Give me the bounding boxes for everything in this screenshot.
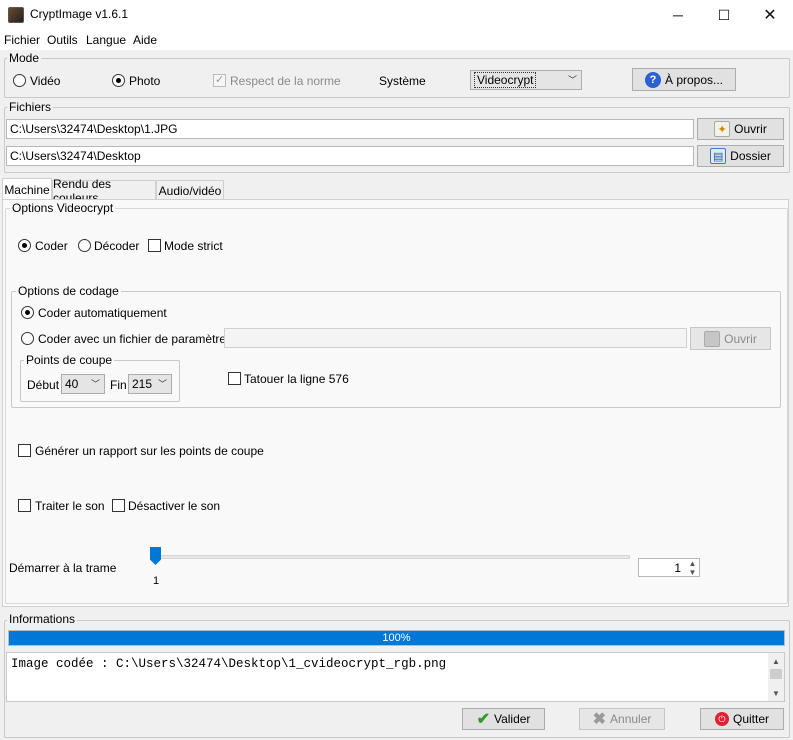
log-area[interactable]: Image codée : C:\Users\32474\Desktop\1_c… [6,652,785,702]
videocrypt-options-label: Options Videocrypt [10,201,116,215]
frame-slider-track[interactable] [150,555,630,559]
photo-label: Photo [129,74,161,88]
tab-audio-video[interactable]: Audio/vidéo [156,180,224,200]
system-label: Système [379,74,426,88]
respect-norm-checkbox[interactable] [213,73,226,87]
decoder-label: Décoder [94,239,140,253]
files-group-label: Fichiers [7,100,54,114]
about-button[interactable]: ? À propos... [632,68,736,91]
process-sound-label: Traiter le son [35,499,105,513]
open-file-button-label: Ouvrir [734,122,767,136]
menu-outils[interactable]: Outils [47,33,78,47]
video-radio[interactable] [13,74,26,87]
input-path-field[interactable]: C:\Users\32474\Desktop\1.JPG [6,119,694,139]
open-file-button[interactable]: ✦ Ouvrir [697,118,784,140]
decoder-radio[interactable] [78,239,91,252]
close-button[interactable]: ✕ [747,0,793,30]
cut-points-label: Points de coupe [24,353,115,367]
menu-fichier[interactable]: Fichier [4,33,40,47]
check-icon: ✔ [476,711,490,728]
open-file-icon [704,330,721,347]
auto-code-label: Coder automatiquement [38,306,167,320]
maximize-button[interactable]: ☐ [701,0,747,30]
quit-button[interactable]: ⏻ Quitter [700,708,784,730]
chevron-down-icon: ﹀ [157,379,167,389]
folder-button[interactable]: ▤ Dossier [697,145,784,167]
strict-mode-label: Mode strict [164,239,223,253]
help-icon: ? [644,71,661,88]
end-label: Fin [110,378,127,392]
validate-button[interactable]: ✔ Valider [462,708,545,730]
about-button-label: À propos... [664,72,724,87]
log-scrollbar[interactable]: ▲ ▼ [768,653,784,701]
system-select[interactable]: Videocrypt ﹀ [470,70,582,90]
tattoo-checkbox[interactable] [228,372,241,385]
coder-radio[interactable] [18,239,31,252]
scroll-down-icon[interactable]: ▼ [768,685,784,701]
param-file-radio[interactable] [21,332,34,345]
report-label: Générer un rapport sur les points de cou… [35,444,264,458]
respect-norm-label: Respect de la norme [230,74,341,88]
auto-code-radio[interactable] [21,306,34,319]
power-icon: ⏻ [714,712,729,726]
system-select-value: Videocrypt [474,72,537,88]
coding-options-label: Options de codage [16,284,121,298]
scroll-thumb[interactable] [770,669,782,679]
output-path-field[interactable]: C:\Users\32474\Desktop [6,146,694,166]
param-file-field[interactable] [224,328,687,348]
param-file-label: Coder avec un fichier de paramètres [38,332,233,346]
minimize-button[interactable]: ─ [655,0,701,30]
app-icon [8,7,24,23]
param-open-button[interactable]: Ouvrir [690,327,771,350]
cancel-x-icon: ✖ [592,711,607,728]
start-select-value: 40 [65,377,79,391]
chevron-down-icon: ﹀ [90,379,100,389]
spin-down-button[interactable]: ▼ [686,568,699,577]
chevron-down-icon: ﹀ [567,75,577,85]
folder-icon: ▤ [710,148,727,164]
disable-sound-checkbox[interactable] [112,499,125,512]
open-file-icon: ✦ [714,121,731,137]
progress-text: 100% [382,632,411,644]
window-title: CryptImage v1.6.1 [30,7,129,21]
disable-sound-label: Désactiver le son [128,499,221,513]
tab-rendu-couleurs[interactable]: Rendu des couleurs [52,177,156,205]
tab-machine[interactable]: Machine [2,178,52,200]
scroll-up-icon[interactable]: ▲ [768,653,784,669]
menu-aide[interactable]: Aide [133,33,157,47]
tattoo-label: Tatouer la ligne 576 [244,372,349,386]
param-open-button-label: Ouvrir [724,331,757,346]
photo-radio[interactable] [112,74,125,87]
frame-slider-tick-label: 1 [153,575,160,587]
cancel-button[interactable]: ✖ Annuler [579,708,665,730]
report-checkbox[interactable] [18,444,31,457]
quit-button-label: Quitter [732,712,769,726]
mode-group-label: Mode [7,51,42,65]
spin-up-button[interactable]: ▲ [686,559,699,568]
cancel-button-label: Annuler [610,712,652,726]
end-select[interactable]: 215 ﹀ [128,374,172,394]
end-select-value: 215 [132,377,153,391]
start-label: Début [27,378,60,392]
menu-langue[interactable]: Langue [86,33,126,47]
log-text: Image codée : C:\Users\32474\Desktop\1_c… [11,657,447,671]
info-group-label: Informations [7,612,78,626]
start-frame-label: Démarrer à la trame [9,561,117,575]
process-sound-checkbox[interactable] [18,499,31,512]
coder-label: Coder [35,239,68,253]
start-select[interactable]: 40 ﹀ [61,374,105,394]
video-label: Vidéo [30,74,61,88]
folder-button-label: Dossier [730,149,771,163]
strict-mode-checkbox[interactable] [148,239,161,252]
validate-button-label: Valider [493,712,531,726]
